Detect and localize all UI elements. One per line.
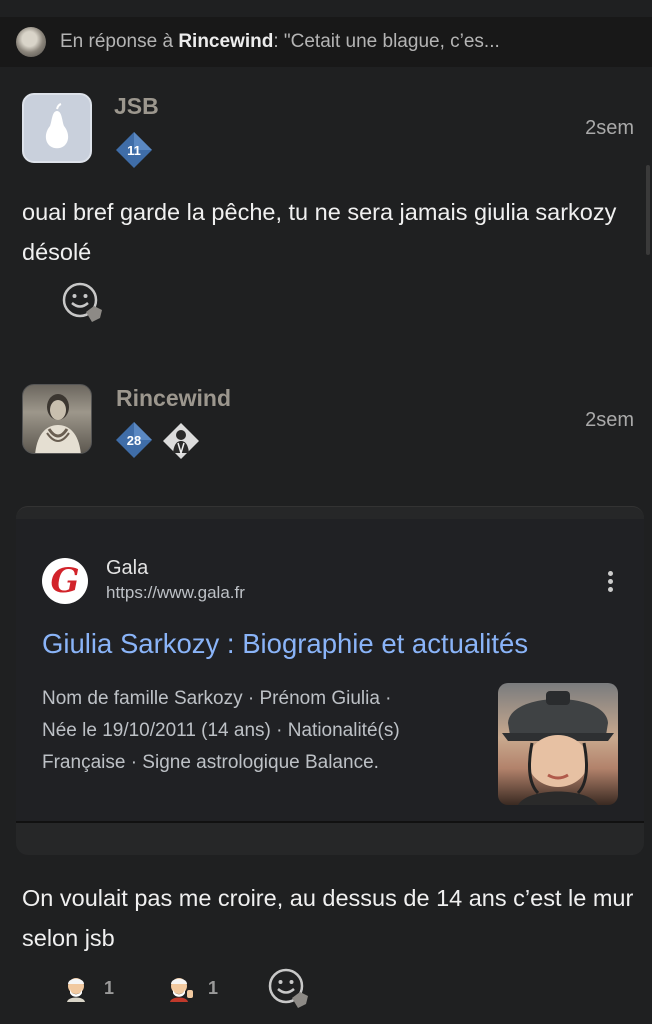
- reply-user-avatar: [16, 27, 46, 57]
- avatar-jsb[interactable]: [22, 93, 92, 163]
- level-number: 11: [127, 142, 141, 158]
- pear-icon: [45, 103, 69, 149]
- snippet-line: Nom de famille Sarkozy · Prénom Giulia ·: [42, 688, 392, 709]
- reaction-count: 1: [104, 977, 115, 998]
- old-man-emoji: [67, 978, 85, 1002]
- snippet-line: Née le 19/10/2011 (14 ans) · Nationalité…: [42, 720, 400, 741]
- add-reaction-icon[interactable]: [60, 280, 106, 326]
- avatar-rincewind[interactable]: [22, 384, 92, 454]
- result-thumbnail[interactable]: [498, 683, 618, 805]
- result-title-link[interactable]: Giulia Sarkozy : Biographie et actualité…: [42, 628, 528, 660]
- card-divider: [16, 821, 644, 823]
- rider-helmet-photo: [502, 691, 614, 805]
- reply-context-text: En réponse à Rincewind: "Cetait une blag…: [60, 31, 500, 53]
- site-name: Gala: [106, 557, 149, 579]
- post-message: ouai bref garde la pêche, tu ne sera jam…: [22, 199, 617, 265]
- snippet-line: Française · Signe astrologique Balance.: [42, 752, 379, 773]
- reply-prefix: En réponse à: [60, 31, 179, 52]
- site-url[interactable]: https://www.gala.fr: [106, 583, 245, 603]
- user-flair-badge-icon: [163, 423, 199, 459]
- link-preview-card[interactable]: G Gala https://www.gala.fr Giulia Sarkoz…: [16, 506, 644, 855]
- username-rincewind[interactable]: Rincewind: [116, 385, 231, 412]
- search-result[interactable]: G Gala https://www.gala.fr Giulia Sarkoz…: [16, 519, 644, 821]
- username-jsb[interactable]: JSB: [114, 93, 159, 120]
- add-reaction-icon[interactable]: [266, 966, 312, 1012]
- level-number: 28: [126, 432, 142, 448]
- post-time: 2sem: [585, 409, 634, 431]
- post-time: 2sem: [585, 117, 634, 139]
- reply-context-bar[interactable]: En réponse à Rincewind: "Cetait une blag…: [0, 17, 652, 67]
- reply-user: Rincewind: [178, 31, 274, 52]
- portrait-photo: [35, 394, 81, 453]
- reaction-count: 1: [208, 977, 219, 998]
- result-snippet: Nom de famille Sarkozy · Prénom Giulia ·…: [42, 683, 462, 779]
- post-message: On voulait pas me croire, au dessus de 1…: [22, 885, 634, 951]
- reply-quote: : "Cetait une blague, c’es...: [273, 31, 500, 52]
- scrollbar[interactable]: [646, 165, 650, 255]
- level-badge-rincewind: 28: [115, 421, 153, 459]
- reaction-old-man[interactable]: 1: [62, 966, 114, 1010]
- reaction-old-man-thumbs-up[interactable]: 1: [166, 966, 218, 1010]
- level-badge-jsb: 11: [115, 131, 153, 169]
- old-man-thumbs-up-emoji: [170, 978, 193, 1002]
- gala-logo: G: [42, 558, 88, 604]
- logo-letter: G: [50, 561, 80, 601]
- more-options-icon[interactable]: [608, 571, 614, 595]
